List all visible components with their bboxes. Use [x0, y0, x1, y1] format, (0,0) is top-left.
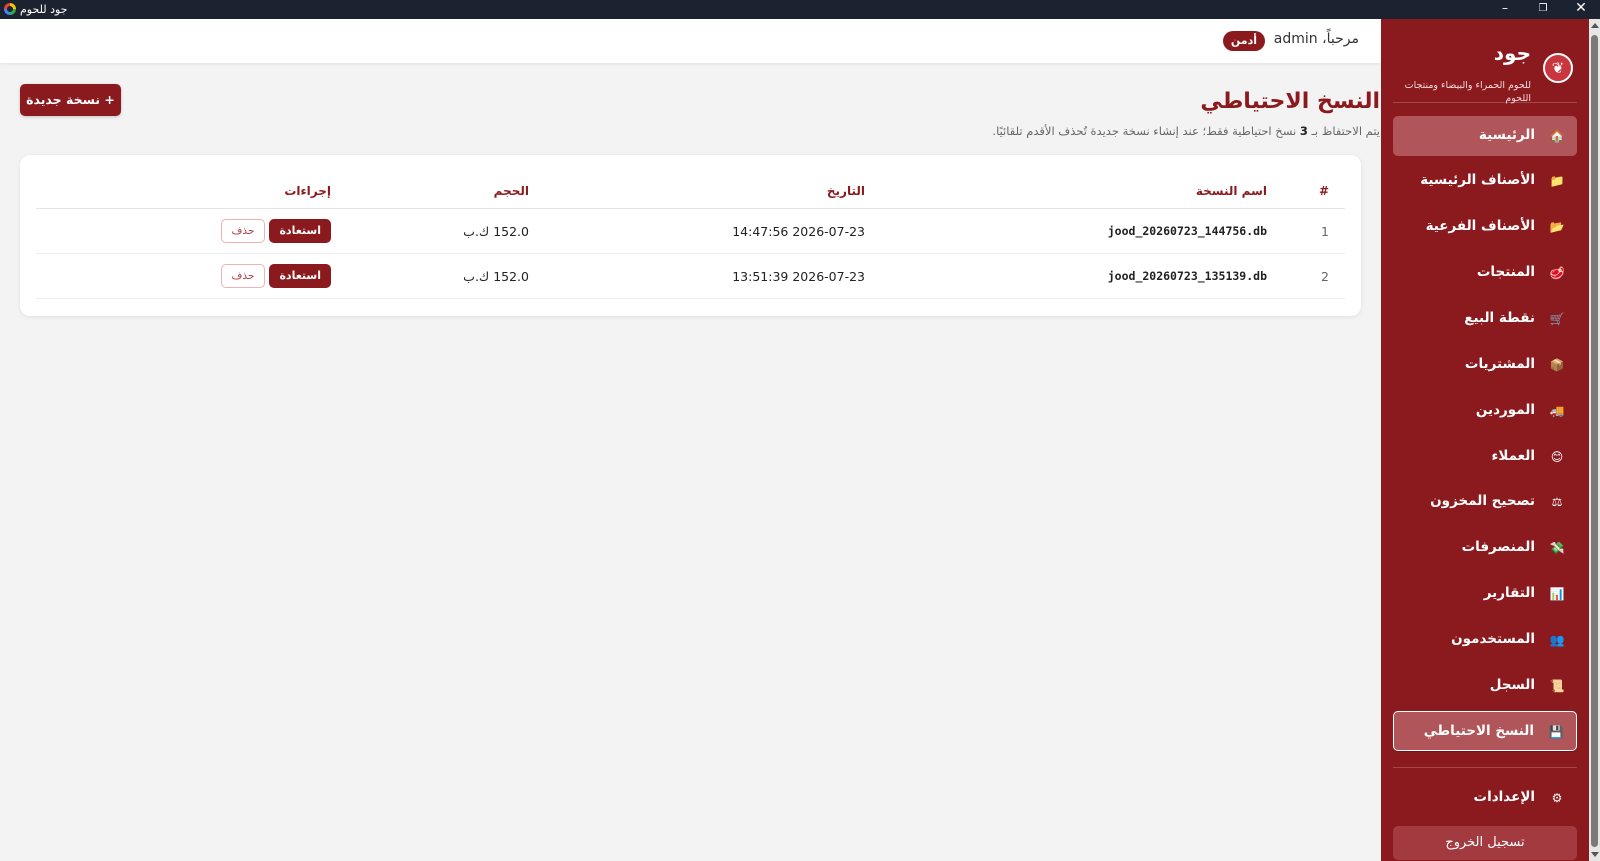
sidebar-item-products[interactable]: 🥩 المنتجات — [1393, 253, 1577, 293]
restore-button[interactable]: استعادة — [269, 264, 331, 288]
divider — [1393, 102, 1577, 103]
meat-icon: 🥩 — [1549, 266, 1565, 280]
scale-icon: ⚖ — [1551, 495, 1563, 509]
sidebar-item-label: المشتريات — [1464, 356, 1535, 372]
brand: ❦ جود للحوم الحمراء والبيضاء ومنتجات الل… — [1393, 41, 1573, 107]
header-size: الحجم — [493, 183, 529, 198]
sidebar-item-label: الأصناف الفرعية — [1425, 218, 1535, 234]
minimize-button[interactable]: – — [1486, 0, 1524, 19]
sidebar-item-label: المستخدمون — [1451, 631, 1535, 647]
sidebar-item-purchases[interactable]: 📦 المشتريات — [1393, 345, 1577, 385]
row-number: 1 — [1321, 223, 1329, 239]
app-icon — [4, 3, 16, 15]
scroll-up-arrow-icon[interactable] — [1591, 23, 1599, 28]
package-icon: 📦 — [1549, 358, 1565, 372]
sidebar-item-stock-adjustment[interactable]: ⚖ تصحيح المخزون — [1393, 482, 1577, 522]
sidebar-item-label: الموردين — [1475, 402, 1535, 418]
house-icon: 🏠 — [1549, 129, 1565, 143]
floppy-icon: 💾 — [1548, 725, 1564, 739]
backups-table: # اسم النسخة التاريخ الحجم إجراءات 1 joo… — [36, 173, 1345, 299]
sidebar-item-expenses[interactable]: 💸 المنصرفات — [1393, 528, 1577, 568]
sidebar-item-label: نقطة البيع — [1464, 310, 1535, 326]
table-row: 1 jood_20260723_144756.db 2026-07-23 14:… — [36, 209, 1345, 254]
sidebar-item-label: السجل — [1489, 677, 1535, 693]
backups-card: # اسم النسخة التاريخ الحجم إجراءات 1 joo… — [20, 155, 1361, 316]
window-title: جود للحوم — [20, 3, 68, 16]
truck-icon: 🚚 — [1549, 404, 1565, 418]
backup-size: 152.0 ك.ب — [463, 268, 529, 284]
sidebar-item-log[interactable]: 📜 السجل — [1393, 666, 1577, 706]
sidebar-item-label: المنصرفات — [1461, 539, 1535, 555]
sidebar: ❦ جود للحوم الحمراء والبيضاء ومنتجات الل… — [1381, 19, 1589, 861]
folder-icon: 📁 — [1549, 174, 1565, 188]
page-title: النسخ الاحتياطي — [1200, 89, 1380, 114]
scroll-icon: 📜 — [1549, 679, 1565, 693]
top-header: مرحباً، admin أدمن — [0, 19, 1381, 63]
sidebar-item-settings[interactable]: ⚙ الإعدادات — [1393, 778, 1577, 818]
sidebar-item-label: المنتجات — [1476, 264, 1535, 280]
header-actions: إجراءات — [284, 183, 331, 198]
header-number: # — [1318, 183, 1329, 198]
row-actions: استعادة حذف — [220, 209, 331, 253]
header-name: اسم النسخة — [1195, 183, 1267, 198]
backup-size: 152.0 ك.ب — [463, 223, 529, 239]
sidebar-item-label: تصحيح المخزون — [1430, 493, 1535, 509]
page-description: يتم الاحتفاظ بـ 3 نسخ احتياطية فقط؛ عند … — [992, 124, 1380, 138]
scrollbar-thumb[interactable] — [1591, 35, 1598, 847]
sidebar-item-pos[interactable]: 🛒 نقطة البيع — [1393, 299, 1577, 339]
delete-button[interactable]: حذف — [220, 264, 266, 288]
scroll-down-arrow-icon[interactable] — [1591, 852, 1599, 857]
close-button[interactable]: ✕ — [1562, 0, 1600, 19]
sidebar-item-label: التقارير — [1483, 585, 1535, 601]
backup-date: 2026-07-23 13:51:39 — [732, 268, 865, 284]
role-badge: أدمن — [1222, 31, 1265, 51]
backup-name: jood_20260723_144756.db — [1107, 224, 1267, 238]
folder-open-icon: 📂 — [1549, 220, 1565, 234]
backup-count: 3 — [1299, 124, 1308, 138]
meat-logo-icon: ❦ — [1543, 53, 1573, 83]
row-actions: استعادة حذف — [220, 254, 331, 298]
window-titlebar: جود للحوم – ❐ ✕ — [0, 0, 1600, 19]
row-number: 2 — [1321, 268, 1329, 284]
description-suffix: نسخ احتياطية فقط؛ عند إنشاء نسخة جديدة ت… — [992, 124, 1297, 138]
sidebar-item-label: النسخ الاحتياطي — [1423, 723, 1534, 739]
header-date: التاريخ — [826, 183, 865, 198]
delete-button[interactable]: حذف — [220, 219, 266, 243]
money-icon: 💸 — [1549, 541, 1565, 555]
restore-button[interactable]: استعادة — [269, 219, 331, 243]
users-icon: 👥 — [1549, 633, 1565, 647]
new-backup-button[interactable]: + نسخة جديدة — [20, 84, 121, 116]
sidebar-item-label: الأصناف الرئيسية — [1420, 172, 1535, 188]
table-row: 2 jood_20260723_135139.db 2026-07-23 13:… — [36, 254, 1345, 299]
gear-icon: ⚙ — [1551, 791, 1563, 805]
maximize-button[interactable]: ❐ — [1524, 0, 1562, 19]
logout-button[interactable]: تسجيل الخروج — [1393, 826, 1577, 860]
table-header: # اسم النسخة التاريخ الحجم إجراءات — [36, 173, 1345, 209]
sidebar-item-users[interactable]: 👥 المستخدمون — [1393, 620, 1577, 660]
sidebar-item-label: الإعدادات — [1473, 789, 1535, 805]
sidebar-item-sub-categories[interactable]: 📂 الأصناف الفرعية — [1393, 207, 1577, 247]
divider — [1393, 767, 1577, 768]
sidebar-item-reports[interactable]: 📊 التقارير — [1393, 574, 1577, 614]
greeting: مرحباً، admin — [1273, 31, 1359, 47]
cart-icon: 🛒 — [1549, 312, 1565, 326]
description-prefix: يتم الاحتفاظ بـ — [1311, 124, 1381, 138]
sidebar-item-home[interactable]: 🏠 الرئيسية — [1393, 116, 1577, 156]
brand-name: جود — [1493, 41, 1531, 65]
sidebar-item-backups[interactable]: 💾 النسخ الاحتياطي — [1393, 711, 1577, 751]
customer-icon: 😊 — [1550, 450, 1564, 464]
sidebar-item-label: العملاء — [1491, 448, 1535, 464]
backup-date: 2026-07-23 14:47:56 — [732, 223, 865, 239]
scrollbar[interactable] — [1589, 19, 1600, 861]
sidebar-item-main-categories[interactable]: 📁 الأصناف الرئيسية — [1393, 161, 1577, 201]
sidebar-item-customers[interactable]: 😊 العملاء — [1393, 437, 1577, 477]
backup-name: jood_20260723_135139.db — [1107, 269, 1267, 283]
sidebar-item-label: الرئيسية — [1478, 127, 1535, 143]
sidebar-item-suppliers[interactable]: 🚚 الموردين — [1393, 391, 1577, 431]
chart-icon: 📊 — [1549, 587, 1565, 601]
